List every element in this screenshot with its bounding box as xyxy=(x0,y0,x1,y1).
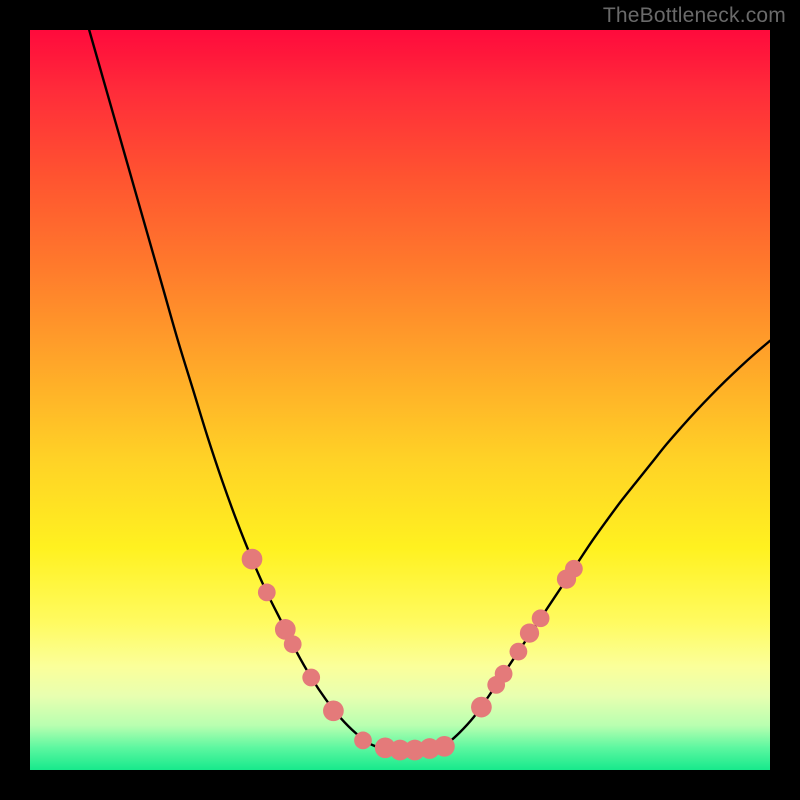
data-marker xyxy=(520,623,539,642)
data-marker xyxy=(495,665,513,683)
data-marker xyxy=(565,560,583,578)
data-marker xyxy=(510,643,528,661)
plot-area xyxy=(30,30,770,770)
marker-group xyxy=(242,549,583,761)
data-marker xyxy=(532,609,550,627)
data-marker xyxy=(258,584,276,602)
data-marker xyxy=(354,732,372,750)
watermark-text: TheBottleneck.com xyxy=(603,4,786,28)
data-marker xyxy=(242,549,263,570)
data-marker xyxy=(323,700,344,721)
data-marker xyxy=(434,736,455,757)
curve-svg xyxy=(30,30,770,770)
data-marker xyxy=(471,697,492,718)
curve-group xyxy=(89,30,770,752)
data-marker xyxy=(302,669,320,687)
chart-frame: TheBottleneck.com xyxy=(0,0,800,800)
bottleneck-curve xyxy=(89,30,770,752)
data-marker xyxy=(284,635,302,653)
